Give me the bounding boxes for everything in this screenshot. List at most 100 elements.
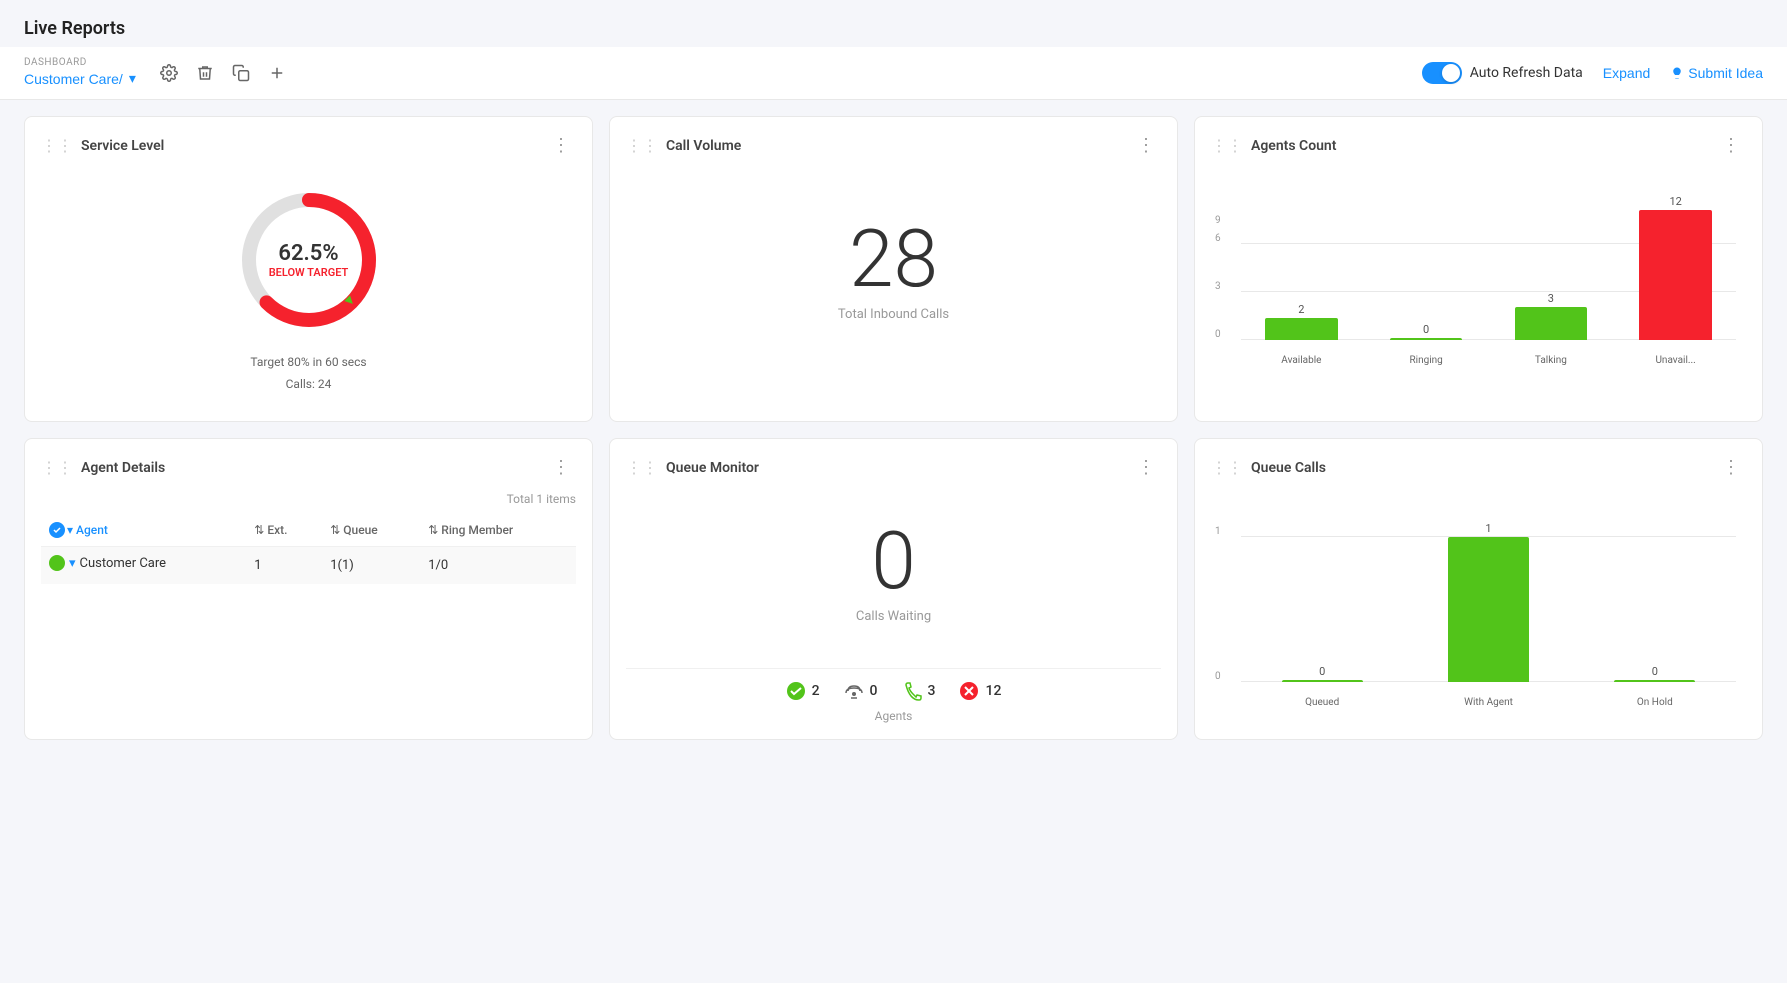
queue-stat-talking: 3: [902, 681, 936, 701]
drag-handle-icon: ⋮⋮: [626, 136, 658, 155]
chevron-down-icon: ▾: [129, 70, 136, 87]
agent-table-body: ▾ Customer Care 1 1(1) 1/0: [41, 547, 576, 584]
queue-monitor-header: ⋮⋮ Queue Monitor ⋮: [626, 455, 1161, 480]
queue-calls-waiting-label: Calls Waiting: [856, 609, 931, 624]
service-level-info: Target 80% in 60 secs Calls: 24: [250, 352, 366, 395]
queue-monitor-title: Queue Monitor: [666, 460, 759, 476]
qc-bars-area: 0 1 0: [1241, 512, 1736, 682]
auto-refresh-switch[interactable]: [1422, 62, 1462, 84]
toolbar-icons: [156, 60, 290, 86]
agent-table: ▾ Agent ⇅ Ext. ⇅ Queue ⇅ Ring Member ▾ C…: [41, 514, 576, 584]
available-icon: [786, 681, 806, 701]
call-volume-menu-button[interactable]: ⋮: [1131, 133, 1161, 158]
col-filter-icon[interactable]: [49, 522, 65, 538]
service-level-title: Service Level: [81, 138, 164, 154]
checkmark-icon: [52, 525, 62, 535]
copy-icon-button[interactable]: [228, 60, 254, 86]
agent-details-menu-button[interactable]: ⋮: [546, 455, 576, 480]
page-title: Live Reports: [24, 18, 1763, 39]
service-level-widget: ⋮⋮ Service Level ⋮ 62.5% BELOW TARGET: [24, 116, 593, 422]
qc-bar-group-with-agent: 1: [1407, 522, 1569, 682]
dashboard-select-button[interactable]: Customer Care/ ▾: [24, 68, 136, 89]
agent-queue-cell: 1(1): [322, 547, 420, 584]
agent-name: Customer Care: [80, 556, 167, 571]
agents-count-title: Agents Count: [1251, 138, 1336, 154]
queue-stat-available: 2: [786, 681, 820, 701]
col-ring-member-label: Ring Member: [441, 523, 513, 537]
bulb-icon: [1670, 66, 1684, 80]
y-label-3: 3: [1215, 281, 1221, 292]
y-label-0: 0: [1215, 329, 1221, 340]
agent-status-indicator: [49, 555, 65, 571]
agents-count-menu-button[interactable]: ⋮: [1716, 133, 1746, 158]
queue-stat-ringing: 0: [844, 681, 878, 701]
col-header-queue: ⇅ Queue: [322, 514, 420, 547]
submit-idea-button[interactable]: Submit Idea: [1670, 65, 1763, 81]
settings-icon-button[interactable]: [156, 60, 182, 86]
toolbar-right: Auto Refresh Data Expand Submit Idea: [1422, 62, 1763, 84]
gear-icon: [160, 64, 178, 82]
queue-monitor-menu-button[interactable]: ⋮: [1131, 455, 1161, 480]
queue-calls-menu-button[interactable]: ⋮: [1716, 455, 1746, 480]
delete-icon-button[interactable]: [192, 60, 218, 86]
submit-idea-label: Submit Idea: [1688, 65, 1763, 81]
drag-handle-icon: ⋮⋮: [41, 136, 73, 155]
dashboard-label: DASHBOARD: [24, 57, 136, 68]
col-header-ring-member: ⇅ Ring Member: [420, 514, 576, 547]
donut-center: 62.5% BELOW TARGET: [269, 241, 349, 279]
queue-stat-talking-value: 3: [928, 683, 936, 699]
col-agent-label: ▾ Agent: [67, 523, 108, 537]
queue-stat-unavailable: 12: [959, 681, 1001, 701]
agents-count-widget: ⋮⋮ Agents Count ⋮ 0 3 6 9 2: [1194, 116, 1763, 422]
qc-bar-value-queued: 0: [1319, 665, 1325, 678]
bar-talking: [1515, 307, 1587, 340]
talking-icon: [902, 681, 922, 701]
queue-calls-title: Queue Calls: [1251, 460, 1326, 476]
auto-refresh-toggle: Auto Refresh Data: [1422, 62, 1583, 84]
qc-bar-on-hold: [1614, 680, 1695, 682]
service-level-menu-button[interactable]: ⋮: [546, 133, 576, 158]
service-level-content: 62.5% BELOW TARGET Target 80% in 60 secs…: [41, 170, 576, 405]
expand-button[interactable]: Expand: [1603, 65, 1650, 81]
qc-bar-with-agent: [1448, 537, 1529, 682]
service-level-target: Target 80% in 60 secs: [250, 352, 366, 374]
call-volume-widget: ⋮⋮ Call Volume ⋮ 28 Total Inbound Calls: [609, 116, 1178, 422]
col-header-ext: ⇅ Ext.: [246, 514, 322, 547]
agents-count-chart: 0 3 6 9 2 0: [1211, 170, 1746, 390]
queue-monitor-widget: ⋮⋮ Queue Monitor ⋮ 0 Calls Waiting 2: [609, 438, 1178, 740]
call-volume-content: 28 Total Inbound Calls: [626, 170, 1161, 370]
queue-calls-widget: ⋮⋮ Queue Calls ⋮ 0 1 0 1: [1194, 438, 1763, 740]
bar-labels-row: Available Ringing Talking Unavail...: [1241, 355, 1736, 366]
bottom-widgets-grid: ⋮⋮ Agent Details ⋮ Total 1 items ▾ Agent: [0, 438, 1787, 756]
bar-group-available: 2: [1241, 303, 1362, 340]
ringing-icon: [844, 681, 864, 701]
agent-details-widget: ⋮⋮ Agent Details ⋮ Total 1 items ▾ Agent: [24, 438, 593, 740]
bar-unavailable: [1639, 210, 1711, 340]
agent-details-total: Total 1 items: [41, 492, 576, 506]
queue-stat-unavailable-value: 12: [985, 683, 1001, 699]
service-level-calls: Calls: 24: [250, 374, 366, 396]
drag-handle-icon: ⋮⋮: [626, 458, 658, 477]
queue-stat-ringing-value: 0: [870, 683, 878, 699]
call-volume-header: ⋮⋮ Call Volume ⋮: [626, 133, 1161, 158]
qc-bar-label-on-hold: On Hold: [1574, 697, 1736, 708]
col-ext-label: Ext.: [267, 523, 287, 537]
bar-value-unavailable: 12: [1669, 195, 1681, 208]
bar-group-talking: 3: [1491, 292, 1612, 340]
dashboard-name: Customer Care/: [24, 71, 123, 87]
qc-bar-group-queued: 0: [1241, 665, 1403, 682]
qc-bar-value-with-agent: 1: [1485, 522, 1491, 535]
queue-calls-waiting-number: 0: [871, 521, 915, 601]
service-level-status: BELOW TARGET: [269, 266, 349, 279]
col-header-agent: ▾ Agent: [41, 514, 246, 547]
queue-monitor-content: 0 Calls Waiting: [626, 492, 1161, 652]
service-level-header: ⋮⋮ Service Level ⋮: [41, 133, 576, 158]
toolbar: DASHBOARD Customer Care/ ▾: [0, 47, 1787, 100]
col-queue-label: Queue: [343, 523, 377, 537]
add-icon-button[interactable]: [264, 60, 290, 86]
qc-y-label-0: 0: [1215, 671, 1221, 682]
agent-ring-member-cell: 1/0: [420, 547, 576, 584]
y-label-6: 6: [1215, 233, 1221, 244]
trash-icon: [196, 64, 214, 82]
bar-label-talking: Talking: [1491, 355, 1612, 366]
